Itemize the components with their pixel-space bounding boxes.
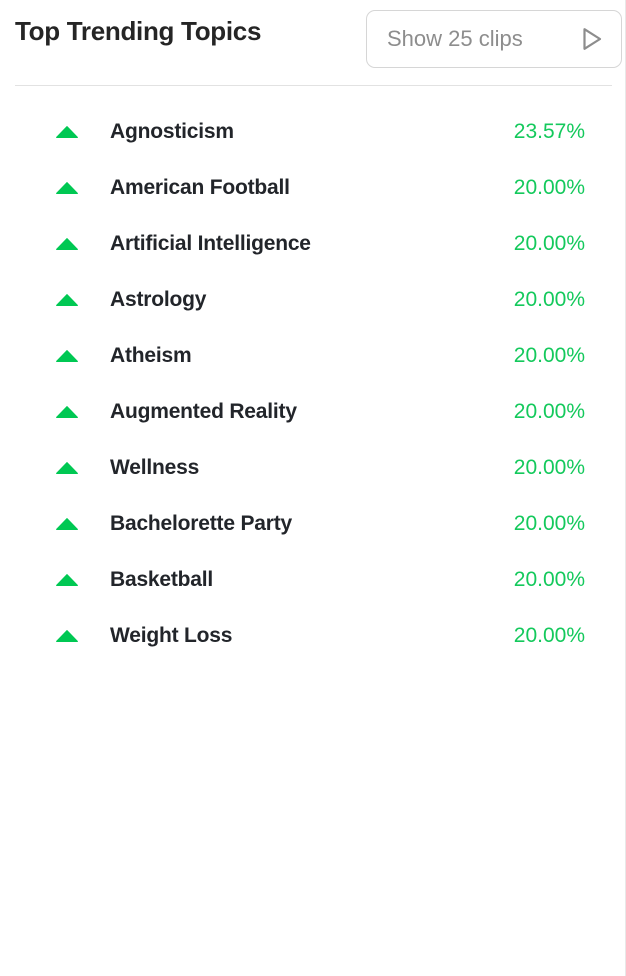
trend-up-icon [56, 350, 78, 362]
topic-percentage: 20.00% [513, 568, 585, 591]
topic-name: American Football [110, 176, 290, 199]
topic-name: Atheism [110, 344, 192, 367]
trend-up-icon [56, 238, 78, 250]
topic-name: Augmented Reality [110, 400, 297, 423]
topic-percentage: 23.57% [513, 120, 585, 143]
topic-percentage: 20.00% [513, 176, 585, 199]
trend-up-icon [56, 182, 78, 194]
header-divider [15, 85, 612, 86]
topic-percentage: 20.00% [513, 456, 585, 479]
trend-up-icon [56, 126, 78, 138]
show-clips-button[interactable]: Show 25 clips [366, 10, 622, 68]
topic-name: Basketball [110, 568, 214, 591]
topic-percentage: 20.00% [513, 344, 585, 367]
topic-name: Agnosticism [110, 120, 234, 143]
trend-up-icon [56, 462, 78, 474]
topic-percentage: 20.00% [513, 232, 585, 255]
table-row[interactable]: Weight Loss 20.00% [0, 608, 625, 664]
panel-header: Top Trending Topics Show 25 clips [0, 0, 625, 86]
trend-up-icon [56, 574, 78, 586]
play-triangle-icon [583, 28, 602, 50]
topic-percentage: 20.00% [513, 400, 585, 423]
topic-percentage: 20.00% [513, 288, 585, 311]
table-row[interactable]: Bachelorette Party 20.00% [0, 496, 625, 552]
show-clips-button-label: Show 25 clips [387, 26, 523, 51]
table-row[interactable]: Astrology 20.00% [0, 272, 625, 328]
topic-name: Astrology [110, 288, 207, 311]
topic-name: Weight Loss [110, 624, 233, 647]
table-row[interactable]: Artificial Intelligence 20.00% [0, 216, 625, 272]
table-row[interactable]: Augmented Reality 20.00% [0, 384, 625, 440]
trend-up-icon [56, 630, 78, 642]
table-row[interactable]: Atheism 20.00% [0, 328, 625, 384]
topic-percentage: 20.00% [513, 624, 585, 647]
topic-name: Bachelorette Party [110, 512, 292, 535]
trend-up-icon [56, 518, 78, 530]
table-row[interactable]: American Football 20.00% [0, 160, 625, 216]
table-row[interactable]: Basketball 20.00% [0, 552, 625, 608]
topic-name: Artificial Intelligence [110, 232, 311, 255]
table-row[interactable]: Agnosticism 23.57% [0, 104, 625, 160]
trending-topics-panel: Top Trending Topics Show 25 clips Agnost… [0, 0, 626, 976]
trend-up-icon [56, 406, 78, 418]
trend-up-icon [56, 294, 78, 306]
topic-name: Wellness [110, 456, 200, 479]
topic-percentage: 20.00% [513, 512, 585, 535]
page-title: Top Trending Topics [15, 16, 262, 46]
table-row[interactable]: Wellness 20.00% [0, 440, 625, 496]
topic-list: Agnosticism 23.57% American Football 20.00%… [0, 104, 625, 664]
